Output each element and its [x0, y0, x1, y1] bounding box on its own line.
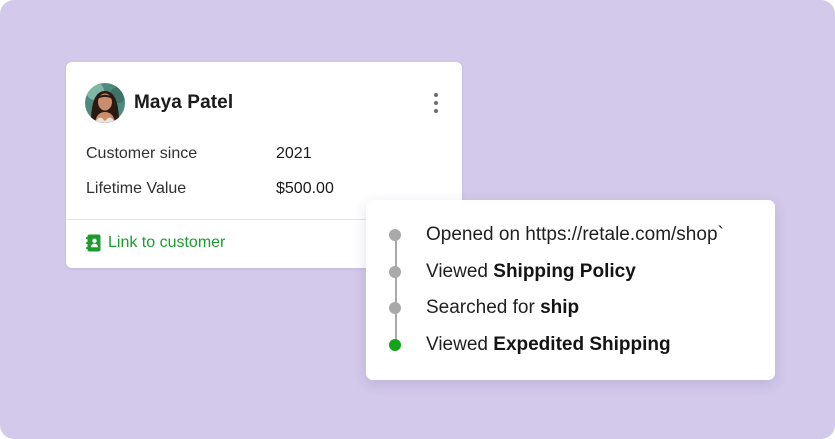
contact-book-icon [86, 234, 101, 252]
more-options-button[interactable] [426, 90, 446, 116]
card-header: Maya Patel [85, 83, 446, 123]
avatar-image [85, 83, 125, 123]
detail-value: 2021 [276, 145, 312, 162]
detail-value: $500.00 [276, 180, 334, 197]
timeline-event-text: Viewed Shipping Policy [426, 261, 636, 282]
timeline-event: Viewed Expedited Shipping [366, 333, 775, 357]
illustration-canvas: Maya Patel Customer since 2021 Lifetime … [0, 0, 835, 439]
more-vertical-icon [434, 93, 438, 97]
timeline-dot [389, 302, 401, 314]
timeline-line [395, 236, 397, 344]
timeline-dot-active [389, 339, 401, 351]
activity-timeline-card: Opened on https://retale.com/shop` Viewe… [366, 200, 775, 380]
detail-label: Lifetime Value [86, 180, 187, 197]
timeline-dot [389, 266, 401, 278]
customer-name: Maya Patel [134, 92, 234, 113]
detail-row-customer-since: Customer since 2021 [86, 145, 442, 163]
timeline-dot [389, 229, 401, 241]
timeline-event-text: Opened on https://retale.com/shop` [426, 224, 724, 245]
detail-row-lifetime-value: Lifetime Value $500.00 [86, 180, 442, 198]
link-to-customer-label: Link to customer [108, 234, 226, 251]
timeline-event: Viewed Shipping Policy [366, 260, 775, 284]
detail-label: Customer since [86, 145, 198, 162]
timeline-event: Opened on https://retale.com/shop` [366, 223, 775, 247]
timeline-event-text: Viewed Expedited Shipping [426, 334, 671, 355]
timeline-event: Searched for ship [366, 296, 775, 320]
avatar [85, 83, 125, 123]
timeline-event-text: Searched for ship [426, 297, 580, 318]
link-to-customer-button[interactable]: Link to customer [86, 234, 225, 252]
